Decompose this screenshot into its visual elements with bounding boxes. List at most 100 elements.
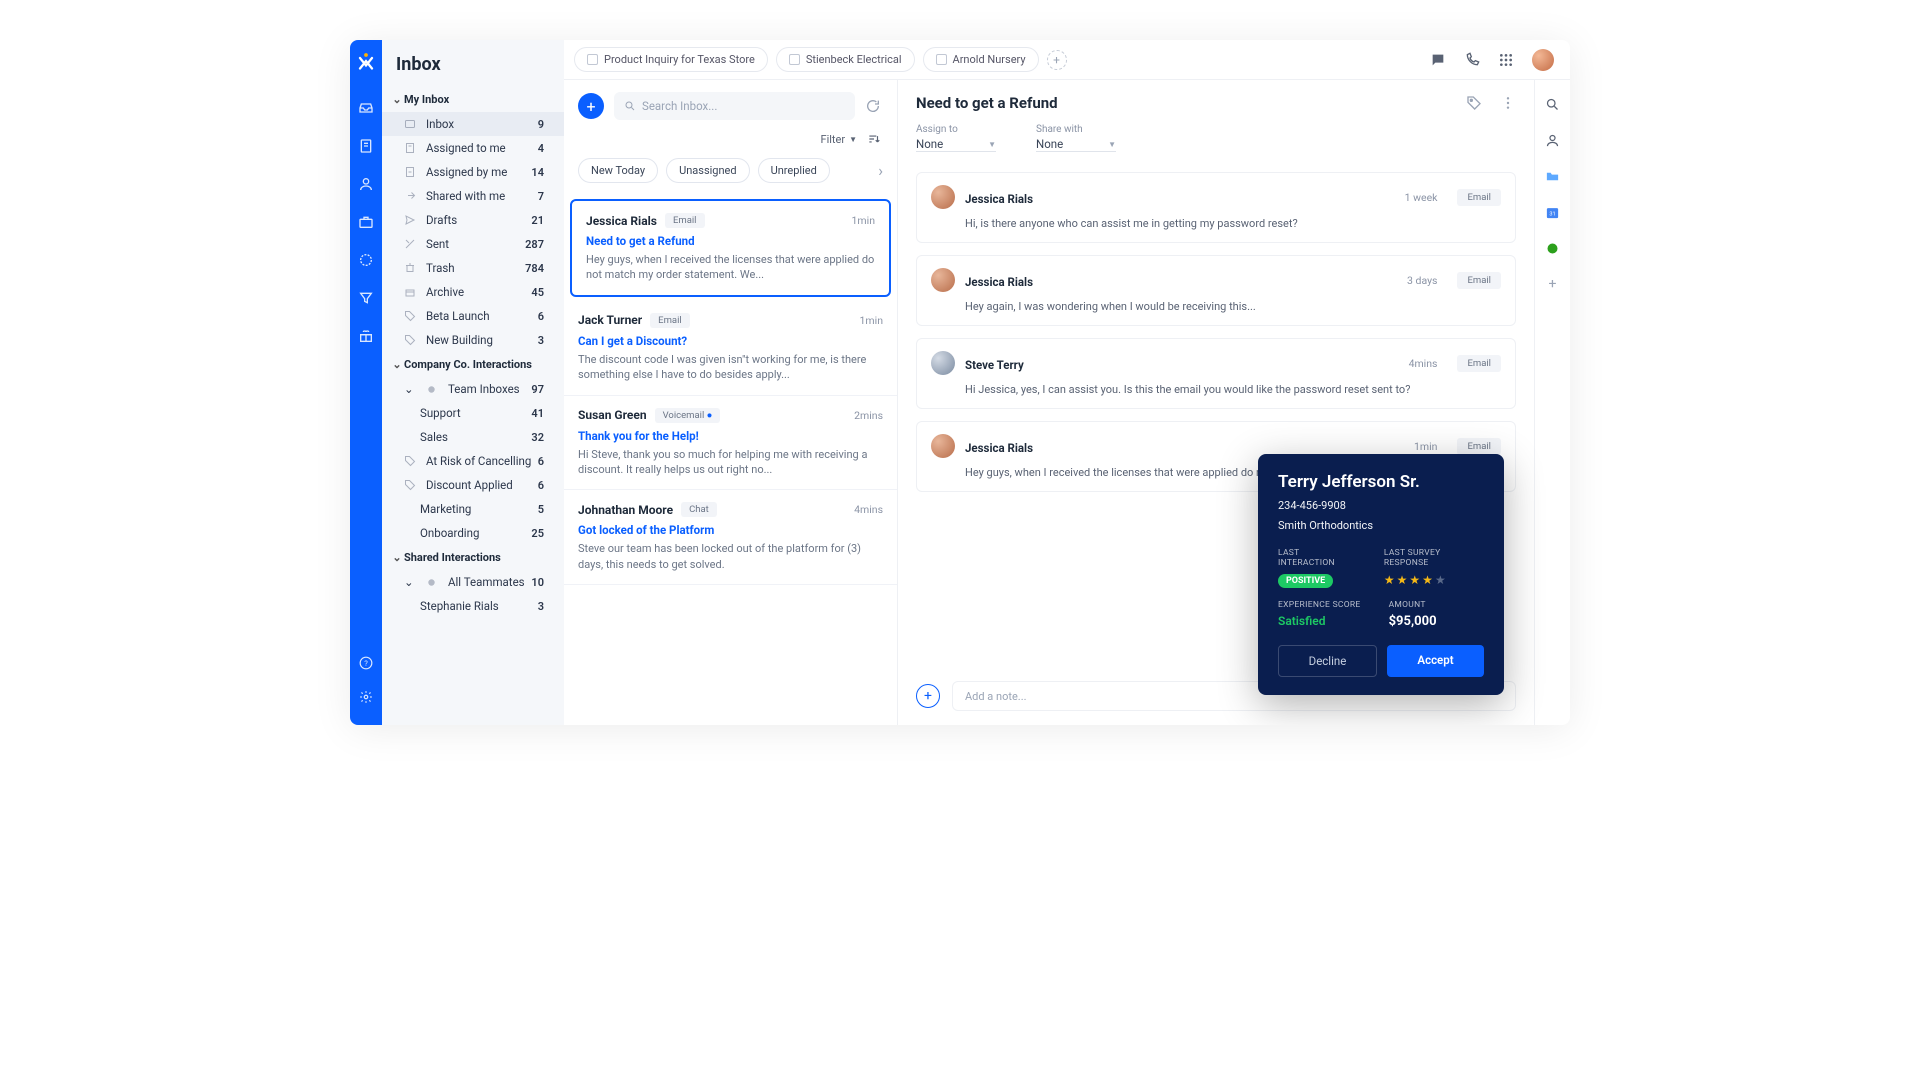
sidebar-item[interactable]: Beta Launch 6 bbox=[382, 304, 564, 328]
sidebar-item[interactable]: Discount Applied6 bbox=[382, 473, 564, 497]
integration-icon[interactable] bbox=[1545, 240, 1561, 256]
sidebar-item[interactable]: At Risk of Cancelling6 bbox=[382, 449, 564, 473]
thread-item[interactable]: Jack TurnerEmail1minCan I get a Discount… bbox=[564, 301, 897, 396]
refresh-icon[interactable] bbox=[865, 98, 883, 114]
sidebar-item[interactable]: Sent287 bbox=[382, 232, 564, 256]
help-icon[interactable]: ? bbox=[358, 655, 374, 671]
sidebar-section-header[interactable]: ⌄Company Co. Interactions bbox=[382, 352, 564, 377]
message-from: Jessica Rials bbox=[965, 192, 1033, 206]
nav-inbox-icon[interactable] bbox=[358, 100, 374, 116]
nav-filter-icon[interactable] bbox=[358, 290, 374, 306]
item-icon bbox=[404, 479, 418, 491]
phone-icon[interactable] bbox=[1464, 52, 1480, 68]
message-avatar bbox=[931, 185, 955, 209]
sidebar-item[interactable]: Assigned by me14 bbox=[382, 160, 564, 184]
thread-item[interactable]: Susan GreenVoicemail ●2minsThank you for… bbox=[564, 396, 897, 491]
nav-contacts-icon[interactable] bbox=[358, 176, 374, 192]
sidebar-item[interactable]: Sales32 bbox=[382, 425, 564, 449]
assign-to-dropdown[interactable]: Assign to None▼ bbox=[916, 124, 996, 152]
sidebar-item-label: Team Inboxes bbox=[448, 382, 520, 396]
add-app-icon[interactable]: + bbox=[1545, 276, 1561, 292]
tag-icon[interactable] bbox=[1466, 95, 1482, 111]
item-icon bbox=[404, 190, 418, 202]
filter-chip[interactable]: Unassigned bbox=[666, 158, 750, 183]
thread-channel-badge: Voicemail ● bbox=[655, 408, 721, 423]
caller-company: Smith Orthodontics bbox=[1278, 512, 1484, 532]
header-tab[interactable]: Product Inquiry for Texas Store bbox=[574, 47, 768, 72]
more-icon[interactable] bbox=[1500, 95, 1516, 111]
sidebar-section-header[interactable]: ⌄Shared Interactions bbox=[382, 545, 564, 570]
thread-preview: The discount code I was given isn"t work… bbox=[578, 348, 883, 383]
tab-doc-icon bbox=[789, 54, 800, 65]
sidebar-item[interactable]: ⌄All Teammates10 bbox=[382, 570, 564, 594]
filter-chip[interactable]: New Today bbox=[578, 158, 658, 183]
sidebar-item[interactable]: New Building3 bbox=[382, 328, 564, 352]
message-item[interactable]: Steve Terry 4minsEmailHi Jessica, yes, I… bbox=[916, 338, 1516, 409]
thread-sender: Susan Green bbox=[578, 408, 647, 422]
chips-next-icon[interactable]: › bbox=[878, 161, 883, 180]
sidebar-item-label: Beta Launch bbox=[426, 309, 490, 323]
nav-target-icon[interactable] bbox=[358, 252, 374, 268]
thread-time: 1min bbox=[860, 314, 883, 327]
sidebar-item[interactable]: ⌄Team Inboxes97 bbox=[382, 377, 564, 401]
message-channel-badge: Email bbox=[1457, 189, 1501, 206]
sidebar-item[interactable]: Archive45 bbox=[382, 280, 564, 304]
thread-subject: Can I get a Discount? bbox=[578, 328, 883, 348]
nav-briefcase-icon[interactable] bbox=[358, 214, 374, 230]
app-logo bbox=[357, 52, 375, 70]
nav-documents-icon[interactable] bbox=[358, 138, 374, 154]
sidebar-item-count: 97 bbox=[531, 383, 552, 396]
sidebar-item[interactable]: Support41 bbox=[382, 401, 564, 425]
calendar-icon[interactable]: 31 bbox=[1545, 204, 1561, 220]
thread-item[interactable]: Johnathan MooreChat4minsGot locked of th… bbox=[564, 490, 897, 585]
header-tab[interactable]: Stienbeck Electrical bbox=[776, 47, 915, 72]
filter-dropdown[interactable]: Filter▼ bbox=[820, 133, 857, 146]
search-input[interactable]: Search Inbox... bbox=[614, 92, 855, 120]
chat-icon[interactable] bbox=[1430, 52, 1446, 68]
folder-icon[interactable] bbox=[1545, 168, 1561, 184]
filter-chip[interactable]: Unreplied bbox=[758, 158, 830, 183]
compose-button[interactable]: + bbox=[578, 93, 604, 119]
message-avatar bbox=[931, 268, 955, 292]
share-with-dropdown[interactable]: Share with None▼ bbox=[1036, 124, 1116, 152]
sidebar-item[interactable]: Stephanie Rials3 bbox=[382, 594, 564, 618]
sidebar-item-label: Assigned by me bbox=[426, 165, 507, 179]
sidebar-item-label: Inbox bbox=[426, 117, 454, 131]
caller-name: Terry Jefferson Sr. bbox=[1278, 472, 1484, 492]
user-avatar[interactable] bbox=[1532, 49, 1554, 71]
thread-item[interactable]: Jessica RialsEmail1minNeed to get a Refu… bbox=[570, 199, 891, 297]
nav-gift-icon[interactable] bbox=[358, 328, 374, 344]
sidebar-item[interactable]: Trash784 bbox=[382, 256, 564, 280]
message-body: Hey again, I was wondering when I would … bbox=[931, 292, 1501, 313]
sidebar-item[interactable]: Inbox9 bbox=[382, 112, 564, 136]
decline-button[interactable]: Decline bbox=[1278, 645, 1377, 677]
message-item[interactable]: Jessica Rials 1 weekEmailHi, is there an… bbox=[916, 172, 1516, 243]
sidebar-item-count: 784 bbox=[525, 262, 552, 275]
sidebar-item[interactable]: Onboarding25 bbox=[382, 521, 564, 545]
sidebar-item-count: 6 bbox=[538, 310, 552, 323]
profile-icon[interactable] bbox=[1545, 132, 1561, 148]
last-interaction-label: LAST INTERACTION bbox=[1278, 548, 1356, 568]
sidebar-item[interactable]: Drafts21 bbox=[382, 208, 564, 232]
sidebar-item[interactable]: Marketing5 bbox=[382, 497, 564, 521]
sidebar-item[interactable]: Assigned to me4 bbox=[382, 136, 564, 160]
tab-label: Product Inquiry for Texas Store bbox=[604, 53, 755, 66]
sort-icon[interactable] bbox=[867, 132, 881, 146]
survey-stars: ★★★★★ bbox=[1384, 573, 1484, 587]
sidebar-section-header[interactable]: ⌄My Inbox bbox=[382, 87, 564, 112]
sidebar-item-label: Archive bbox=[426, 285, 464, 299]
header-tab[interactable]: Arnold Nursery bbox=[923, 47, 1039, 72]
add-tab-button[interactable]: + bbox=[1047, 50, 1067, 70]
sidebar-item-label: Sales bbox=[420, 430, 448, 444]
sidebar-item[interactable]: Shared with me7 bbox=[382, 184, 564, 208]
accept-button[interactable]: Accept bbox=[1387, 645, 1484, 677]
thread-title: Need to get a Refund bbox=[916, 94, 1058, 112]
thread-sender: Johnathan Moore bbox=[578, 503, 673, 517]
settings-icon[interactable] bbox=[358, 689, 374, 705]
message-item[interactable]: Jessica Rials 3 daysEmailHey again, I wa… bbox=[916, 255, 1516, 326]
search-icon[interactable] bbox=[1545, 96, 1561, 112]
add-note-button[interactable]: + bbox=[916, 684, 940, 708]
apps-icon[interactable] bbox=[1498, 52, 1514, 68]
sidebar-item-label: Discount Applied bbox=[426, 478, 513, 492]
tab-doc-icon bbox=[936, 54, 947, 65]
